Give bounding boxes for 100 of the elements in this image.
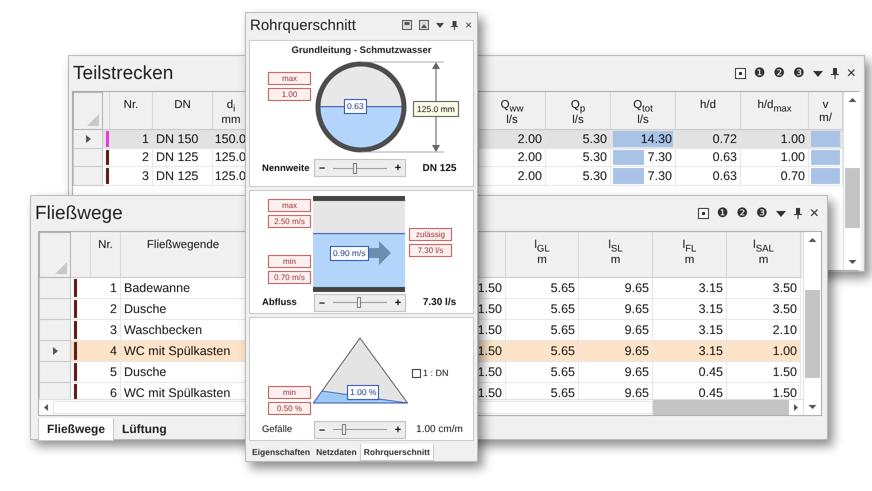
plus-button[interactable]: + xyxy=(391,162,405,174)
window-title: Fließwege xyxy=(35,202,123,224)
table-cell: WC mit Spülkasten xyxy=(121,341,246,362)
plus-button[interactable]: + xyxy=(391,296,405,308)
dimension-label: 125.0 mm xyxy=(413,101,459,117)
tab[interactable]: Fließwege xyxy=(38,418,114,441)
table-cell: 2.10 xyxy=(727,320,801,341)
slider-thumb[interactable] xyxy=(356,297,361,308)
table-cell: 1.00 xyxy=(741,148,809,167)
tab[interactable]: Netzdaten xyxy=(313,444,360,461)
view-button[interactable]: ❷ xyxy=(773,67,785,80)
table-cell: 5 xyxy=(91,362,121,383)
window-title: Teilstrecken xyxy=(73,62,174,84)
table-cell: 0.72 xyxy=(676,130,741,148)
scrollbar-thumb[interactable] xyxy=(845,168,860,228)
tab[interactable]: Eigenschaften xyxy=(249,444,314,461)
minus-button[interactable]: – xyxy=(315,424,329,436)
dropdown-icon[interactable] xyxy=(436,22,444,28)
minus-button[interactable]: – xyxy=(315,162,329,174)
tab[interactable]: Lüftung xyxy=(114,418,175,441)
table-cell: 0.63 xyxy=(676,148,741,167)
limit-label: 0.50 % xyxy=(268,402,311,415)
table-cell: 9.65 xyxy=(579,341,653,362)
table-cell: 0.45 xyxy=(653,362,727,383)
view-button[interactable]: ❷ xyxy=(736,207,748,220)
current-row-icon xyxy=(86,134,90,143)
slider-thumb[interactable] xyxy=(352,162,357,174)
table-cell-text: 7.30 xyxy=(648,168,673,183)
fill-value: 0.63 xyxy=(344,98,367,114)
slider-thumb[interactable] xyxy=(342,424,346,435)
table-cell: 1 xyxy=(91,278,121,299)
table-cell: 2.00 xyxy=(479,148,546,167)
slider-label: Abfluss xyxy=(261,297,298,308)
checkbox[interactable] xyxy=(412,368,421,378)
scrollbar[interactable] xyxy=(803,232,821,415)
table-cell: 1.50 xyxy=(479,362,506,383)
image-icon[interactable] xyxy=(418,20,429,30)
row-header[interactable] xyxy=(39,341,71,362)
panel-heading: Grundleitung - Schmutzwasser xyxy=(290,45,432,58)
tab[interactable]: Rohrquerschnitt xyxy=(360,444,434,461)
save-icon[interactable] xyxy=(402,20,412,30)
restore-icon[interactable] xyxy=(698,208,709,219)
slider-label: Nennweite xyxy=(261,162,311,174)
scrollbar-thumb[interactable] xyxy=(805,290,820,378)
table-cell: 1.50 xyxy=(479,320,506,341)
view-button[interactable]: ❶ xyxy=(754,67,766,80)
scrollbar[interactable] xyxy=(843,92,861,270)
row-header[interactable] xyxy=(73,130,103,148)
limit-label: 1.00 xyxy=(268,88,311,101)
table-cell: DN 125 xyxy=(153,148,213,167)
table-cell: 3 xyxy=(91,320,121,341)
close-button[interactable]: × xyxy=(810,206,819,222)
table-cell: 1.50 xyxy=(479,278,506,299)
close-button[interactable]: × xyxy=(464,19,472,31)
view-button[interactable]: ❶ xyxy=(716,207,728,220)
table-cell: 3.15 xyxy=(653,341,727,362)
pin-icon[interactable] xyxy=(450,20,458,30)
table-cell: 1.50 xyxy=(479,341,506,362)
dropdown-icon[interactable] xyxy=(812,70,823,76)
flow-arrow xyxy=(367,241,391,265)
table-cell: 1.50 xyxy=(479,299,506,320)
slider-value: DN 125 xyxy=(422,162,458,174)
table-cell: 1.50 xyxy=(479,383,506,399)
slider[interactable]: – + xyxy=(314,294,406,312)
plus-button[interactable]: + xyxy=(391,424,405,436)
table-cell: 5.30 xyxy=(546,148,611,167)
limit-label: max xyxy=(268,72,311,85)
table-cell: 2 xyxy=(91,299,121,320)
table-cell: 5.65 xyxy=(506,341,579,362)
table-cell: 3.50 xyxy=(727,278,801,299)
view-button[interactable]: ❸ xyxy=(793,67,805,80)
table-cell: 3.15 xyxy=(653,278,727,299)
sort-corner-icon xyxy=(87,114,99,126)
table-cell: 3.15 xyxy=(653,320,727,341)
table-cell: 4 xyxy=(91,341,121,362)
table-cell: 5.30 xyxy=(546,130,611,148)
table-cell: 2.00 xyxy=(479,130,546,148)
table-cell: 0.63 xyxy=(676,167,741,186)
limit-label: 7.30 l/s xyxy=(409,244,452,257)
table-cell: 2 xyxy=(110,148,153,167)
table-cell: 9.65 xyxy=(579,299,653,320)
table-cell-text: 7.30 xyxy=(648,150,673,164)
minus-button[interactable]: – xyxy=(315,296,329,308)
limit-label: min xyxy=(268,255,311,268)
view-button[interactable]: ❸ xyxy=(756,207,768,220)
limit-label: max xyxy=(268,199,311,212)
restore-icon[interactable] xyxy=(734,68,746,79)
table-cell: 5.65 xyxy=(506,362,579,383)
slider[interactable]: – + xyxy=(314,159,406,177)
slider-label: Gefälle xyxy=(261,424,294,435)
close-button[interactable]: × xyxy=(846,66,856,82)
table-cell: DN 150 xyxy=(153,130,213,148)
slider[interactable]: – + xyxy=(314,420,406,438)
table-cell: 2.00 xyxy=(479,167,546,186)
table-cell: 5.65 xyxy=(506,278,579,299)
pin-icon[interactable] xyxy=(830,68,839,79)
dropdown-icon[interactable] xyxy=(776,210,786,216)
table-cell: 9.65 xyxy=(579,320,653,341)
pin-icon[interactable] xyxy=(794,208,802,219)
fill-value: 0.90 m/s xyxy=(330,246,369,261)
